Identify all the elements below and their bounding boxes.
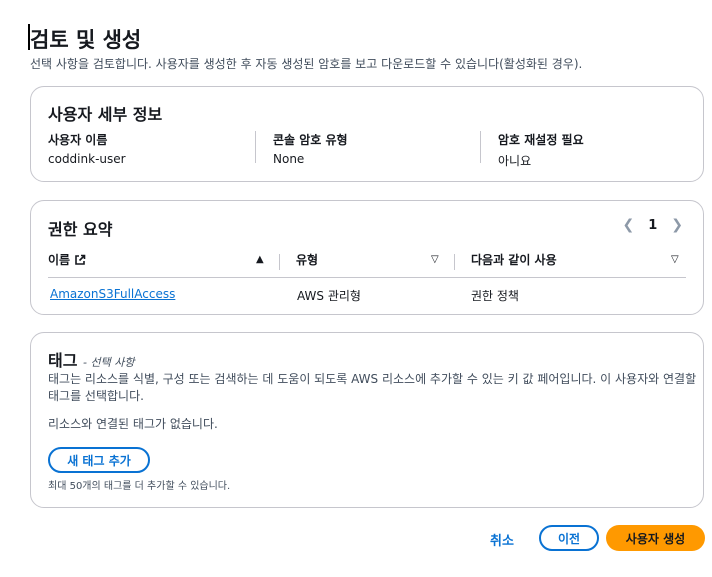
password-reset-field: 암호 재설정 필요 아니요 bbox=[498, 131, 584, 169]
policy-link[interactable]: AmazonS3FullAccess bbox=[50, 287, 175, 301]
username-field: 사용자 이름 coddink-user bbox=[48, 131, 126, 166]
username-value: coddink-user bbox=[48, 152, 126, 166]
tags-card: 태그 - 선택 사항 태그는 리소스를 식별, 구성 또는 검색하는 데 도움이… bbox=[30, 332, 704, 508]
username-label: 사용자 이름 bbox=[48, 133, 108, 147]
column-header-name[interactable]: 이름 ▲ bbox=[48, 251, 280, 268]
column-used-as-label: 다음과 같이 사용 bbox=[471, 253, 557, 267]
page-description: 선택 사항을 검토합니다. 사용자를 생성한 후 자동 생성된 암호를 보고 다… bbox=[30, 57, 583, 71]
external-link-icon bbox=[75, 254, 86, 265]
sort-icon[interactable]: ▽ bbox=[431, 254, 439, 265]
tags-description: 태그는 리소스를 식별, 구성 또는 검색하는 데 도움이 되도록 AWS 리소… bbox=[48, 372, 697, 403]
create-user-button[interactable]: 사용자 생성 bbox=[606, 525, 705, 551]
policy-used-as: 권한 정책 bbox=[471, 289, 519, 303]
sort-icon[interactable]: ▽ bbox=[671, 254, 679, 265]
permissions-summary-title: 권한 요약 bbox=[48, 220, 113, 239]
table-header: 이름 ▲ 유형 ▽ 다음과 같이 사용 ▽ bbox=[48, 251, 686, 278]
column-divider bbox=[279, 254, 280, 270]
page-title: 검토 및 생성 bbox=[30, 28, 142, 52]
divider bbox=[480, 131, 481, 163]
tags-limit-hint: 최대 50개의 태그를 더 추가할 수 있습니다. bbox=[48, 481, 231, 492]
add-new-tag-button[interactable]: 새 태그 추가 bbox=[48, 447, 150, 473]
tags-title: 태그 - 선택 사항 bbox=[48, 347, 134, 371]
permissions-summary-card: 권한 요약 ❮ 1 ❯ 이름 ▲ 유형 ▽ 다음과 같이 사용 ▽ Amazon… bbox=[30, 200, 704, 315]
divider bbox=[255, 131, 256, 163]
column-type-label: 유형 bbox=[296, 253, 319, 267]
console-password-type-value: None bbox=[273, 152, 305, 166]
chevron-left-icon[interactable]: ❮ bbox=[622, 217, 634, 233]
console-password-type-label: 콘솔 암호 유형 bbox=[273, 133, 348, 147]
tags-title-text: 태그 bbox=[48, 351, 78, 370]
no-tags-message: 리소스와 연결된 태그가 없습니다. bbox=[48, 417, 218, 431]
column-header-type[interactable]: 유형 ▽ bbox=[296, 251, 446, 268]
pagination: ❮ 1 ❯ bbox=[622, 217, 683, 233]
password-reset-label: 암호 재설정 필요 bbox=[498, 133, 584, 147]
column-divider bbox=[454, 254, 455, 270]
sort-ascending-icon[interactable]: ▲ bbox=[256, 254, 264, 265]
cancel-button[interactable]: 취소 bbox=[490, 530, 514, 549]
page-number[interactable]: 1 bbox=[648, 218, 657, 233]
column-name-label: 이름 bbox=[48, 253, 71, 267]
user-details-title: 사용자 세부 정보 bbox=[48, 105, 163, 124]
console-password-type-field: 콘솔 암호 유형 None bbox=[273, 131, 348, 166]
tags-optional-label: - 선택 사항 bbox=[83, 356, 135, 369]
password-reset-value: 아니요 bbox=[498, 154, 532, 168]
previous-button[interactable]: 이전 bbox=[539, 525, 599, 551]
chevron-right-icon[interactable]: ❯ bbox=[671, 217, 683, 233]
policy-type: AWS 관리형 bbox=[297, 289, 361, 303]
column-header-used-as[interactable]: 다음과 같이 사용 ▽ bbox=[471, 251, 689, 268]
user-details-card: 사용자 세부 정보 사용자 이름 coddink-user 콘솔 암호 유형 N… bbox=[30, 86, 704, 182]
